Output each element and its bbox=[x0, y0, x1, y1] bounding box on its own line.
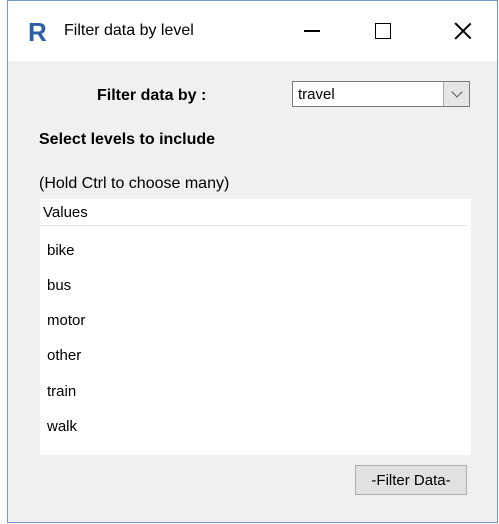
window-title: Filter data by level bbox=[64, 22, 194, 39]
minimize-button[interactable] bbox=[288, 1, 336, 61]
levels-listbox[interactable]: Values bike bus motor other train walk bbox=[40, 199, 471, 455]
list-item[interactable]: bike bbox=[47, 242, 75, 259]
r-logo-icon: R bbox=[28, 18, 47, 44]
filter-data-button[interactable]: -Filter Data- bbox=[355, 465, 467, 495]
filter-variable-select[interactable]: travel bbox=[292, 81, 470, 107]
minimize-icon bbox=[304, 30, 320, 32]
dropdown-button[interactable] bbox=[443, 82, 469, 106]
multi-select-hint: (Hold Ctrl to choose many) bbox=[39, 175, 230, 192]
close-button[interactable] bbox=[439, 1, 487, 61]
maximize-button[interactable] bbox=[359, 1, 407, 61]
filter-variable-value: travel bbox=[298, 86, 335, 103]
chevron-down-icon bbox=[450, 86, 463, 98]
list-item[interactable]: motor bbox=[47, 312, 85, 329]
filter-by-label: Filter data by : bbox=[97, 87, 207, 104]
list-header-divider bbox=[40, 225, 467, 226]
title-bar[interactable]: R Filter data by level bbox=[8, 1, 497, 61]
list-item[interactable]: other bbox=[47, 347, 81, 364]
list-item[interactable]: train bbox=[47, 383, 76, 400]
list-item[interactable]: bus bbox=[47, 277, 71, 294]
list-item[interactable]: walk bbox=[47, 418, 77, 435]
filter-dialog-window: R Filter data by level Filter data by : … bbox=[7, 0, 498, 523]
svg-text:R: R bbox=[28, 18, 47, 44]
maximize-icon bbox=[375, 23, 391, 39]
list-column-header[interactable]: Values bbox=[43, 204, 88, 221]
close-icon bbox=[454, 22, 472, 40]
levels-heading: Select levels to include bbox=[39, 131, 216, 148]
